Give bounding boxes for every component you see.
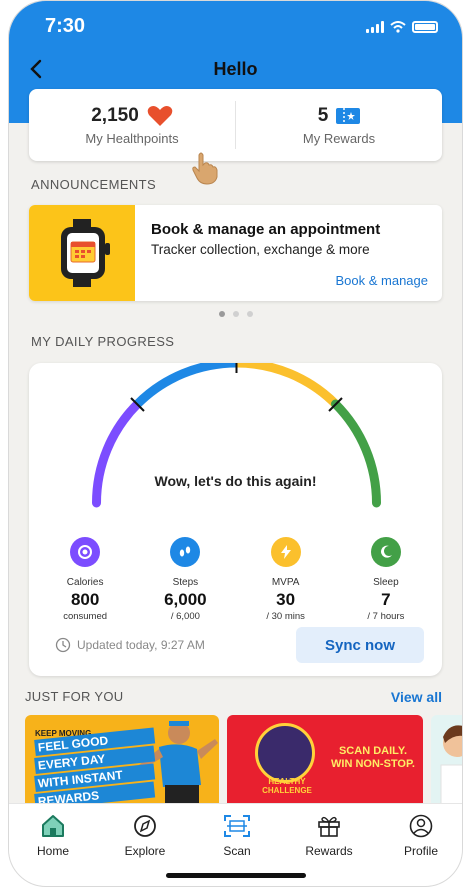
metric-sub: / 7 hours <box>367 611 405 622</box>
heart-icon <box>147 105 173 126</box>
book-manage-link[interactable]: Book & manage <box>335 273 428 288</box>
signal-icon <box>366 21 384 33</box>
progress-gauge <box>92 363 381 508</box>
carousel-dot[interactable] <box>246 311 253 317</box>
home-icon <box>42 815 64 837</box>
wifi-icon <box>390 21 406 33</box>
metric-label: MVPA <box>271 577 300 588</box>
clock-icon <box>55 637 71 653</box>
plate-icon <box>70 537 101 567</box>
bottom-tab-bar: Home Explore Scan Rewards Profile <box>9 803 462 886</box>
rewards-label: My Rewards <box>302 130 376 146</box>
lightning-icon <box>270 537 301 567</box>
metric-sleep[interactable]: Sleep 7 / 7 hours <box>336 537 436 622</box>
last-updated: Updated today, 9:27 AM <box>55 637 205 653</box>
metric-sub: consumed <box>63 611 108 622</box>
metric-value: 6,000 <box>164 590 207 609</box>
last-updated-text: Updated today, 9:27 AM <box>77 638 205 652</box>
just-for-you-heading: JUST FOR YOU <box>25 689 124 704</box>
metric-label: Sleep <box>373 577 399 588</box>
promo-card-scan-daily[interactable]: HEALTHY CHALLENGE SCAN DAILY. WIN NON-ST… <box>227 715 423 807</box>
screen: 7:30 Hello 2,150 My Healthpoints 5 My Re… <box>0 0 469 887</box>
profile-icon <box>409 814 433 838</box>
status-icons <box>366 21 438 33</box>
gift-icon <box>318 816 340 837</box>
points-card: 2,150 My Healthpoints 5 My Rewards <box>29 89 442 161</box>
page-title: Hello <box>213 59 258 79</box>
healthpoints-value: 2,150 <box>91 104 139 126</box>
healthpoints-label: My Healthpoints <box>85 130 179 146</box>
tab-rewards[interactable]: Rewards <box>289 814 369 858</box>
just-for-you-header: JUST FOR YOU View all <box>25 689 442 709</box>
metric-steps[interactable]: Steps 6,000 / 6,000 <box>135 537 235 622</box>
announcement-image <box>29 205 135 301</box>
tab-scan[interactable]: Scan <box>197 814 277 858</box>
metric-label: Calories <box>66 577 104 588</box>
announcements-heading: ANNOUNCEMENTS <box>31 177 157 192</box>
tab-home[interactable]: Home <box>13 814 93 858</box>
metric-sub: / 6,000 <box>170 611 200 622</box>
promo-text: KEEP MOVING FEEL GOOD EVERY DAY WITH INS… <box>34 727 156 807</box>
carousel-dot[interactable] <box>218 311 225 317</box>
tab-explore[interactable]: Explore <box>105 814 185 858</box>
gauge-segment-mvpa <box>236 363 339 408</box>
promo-card-feel-good[interactable]: KEEP MOVING FEEL GOOD EVERY DAY WITH INS… <box>25 715 219 807</box>
tab-label: Rewards <box>305 844 353 858</box>
challenge-badge-label: HEALTHY CHALLENGE <box>262 777 312 795</box>
status-time: 7:30 <box>45 15 86 37</box>
daily-progress-card: Wow, let's do this again! Calories 800 c… <box>29 363 442 676</box>
moon-icon <box>370 537 401 567</box>
view-all-link[interactable]: View all <box>391 689 442 705</box>
gauge-segment-steps <box>134 363 237 408</box>
metric-value: 30 <box>276 590 296 609</box>
tab-label: Home <box>36 844 69 858</box>
metric-label: Steps <box>172 577 199 588</box>
tab-label: Profile <box>403 844 438 858</box>
tap-hand-icon <box>192 152 218 185</box>
status-bar: 7:30 <box>45 15 438 39</box>
footsteps-icon <box>170 537 201 567</box>
daily-progress-heading: MY DAILY PROGRESS <box>31 334 175 349</box>
compass-icon <box>134 815 156 837</box>
progress-message: Wow, let's do this again! <box>154 473 317 489</box>
voucher-icon <box>336 107 361 124</box>
carousel-dot[interactable] <box>232 311 239 317</box>
tab-label: Explore <box>124 844 166 858</box>
announcement-title: Book & manage an appointment <box>151 221 381 238</box>
metric-sub: / 30 mins <box>266 611 305 622</box>
metric-calories[interactable]: Calories 800 consumed <box>35 537 135 622</box>
promo-card-partial[interactable] <box>431 715 462 807</box>
top-nav: Hello <box>9 55 462 85</box>
carousel-dots <box>9 311 462 317</box>
sync-now-button[interactable]: Sync now <box>296 627 424 663</box>
battery-icon <box>412 21 438 33</box>
announcement-card[interactable]: Book & manage an appointment Tracker col… <box>29 205 442 301</box>
tab-label: Scan <box>223 844 251 858</box>
person-illustration <box>440 725 462 807</box>
scan-icon <box>224 815 250 837</box>
phone-frame: 7:30 Hello 2,150 My Healthpoints 5 My Re… <box>8 0 463 887</box>
announcement-subtitle: Tracker collection, exchange & more <box>151 242 370 257</box>
rewards-summary[interactable]: 5 My Rewards <box>235 101 442 149</box>
metric-value: 800 <box>70 590 100 609</box>
promo-text: SCAN DAILY. WIN NON-STOP. <box>331 745 415 770</box>
tab-profile[interactable]: Profile <box>381 814 461 858</box>
smartwatch-calendar-icon <box>61 219 110 287</box>
challenge-badge-icon <box>255 723 315 783</box>
progress-metrics: Calories 800 consumed Steps 6,000 / 6,00… <box>35 537 436 622</box>
home-indicator[interactable] <box>165 873 306 878</box>
metric-mvpa[interactable]: MVPA 30 / 30 mins <box>236 537 336 622</box>
rewards-value: 5 <box>317 104 329 126</box>
metric-value: 7 <box>381 590 391 609</box>
